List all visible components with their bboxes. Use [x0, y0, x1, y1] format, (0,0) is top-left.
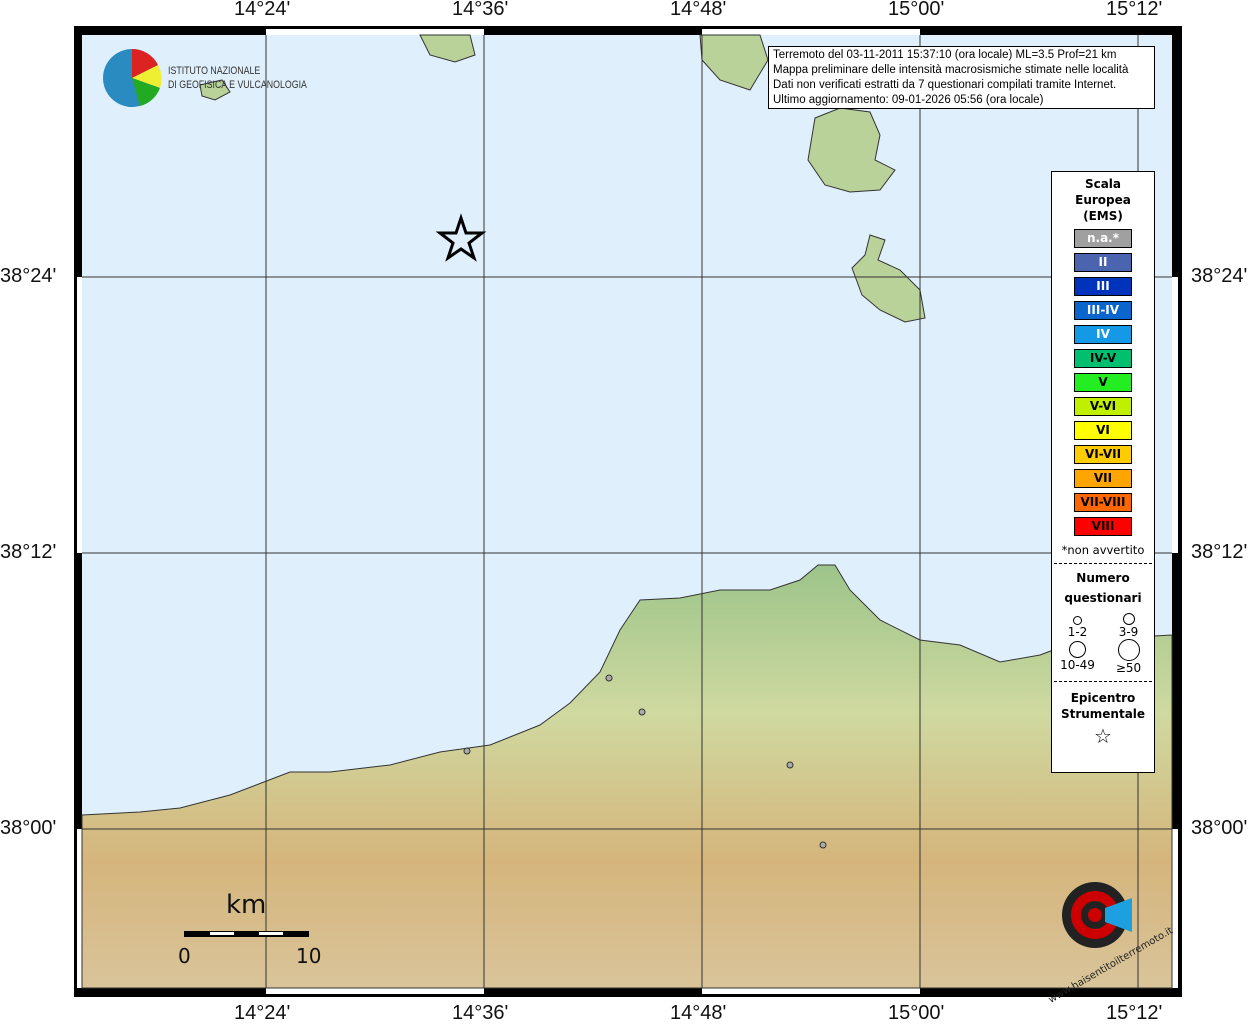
title-line: Europea	[1075, 193, 1131, 207]
lon-label-top: 15°12'	[1106, 0, 1163, 20]
count-sizes: 1-2 3-9 10-49 ≥50	[1052, 612, 1154, 675]
logo-line: DI GEOFISICA E VULCANOLOGIA	[168, 79, 307, 91]
lat-label-right: 38°00'	[1191, 817, 1248, 839]
intensity-swatches: n.a.* II III III-IV IV IV-V V V-VI VI VI-VII VII VI…	[1052, 229, 1154, 536]
event-info-box: Terremoto del 03-11-2011 15:37:10 (ora l…	[768, 46, 1155, 109]
legend: Scala Europea (EMS) n.a.* II III III-IV IV IV-V…	[1051, 171, 1155, 773]
intensity-swatch: VII	[1074, 469, 1132, 488]
legend-note: *non avvertito	[1061, 543, 1145, 557]
lon-label-bottom: 15°00'	[888, 1002, 945, 1024]
title-line: questionari	[1064, 591, 1142, 605]
intensity-swatch: n.a.*	[1074, 229, 1132, 248]
lon-label-top: 15°00'	[888, 0, 945, 20]
intensity-swatch: V	[1074, 373, 1132, 392]
ingv-logo-icon	[103, 48, 162, 107]
count-title: Numero questionari	[1052, 568, 1154, 608]
count-label: ≥50	[1115, 661, 1142, 675]
lon-label-bottom: 14°36'	[452, 1002, 509, 1024]
lat-label-right: 38°12'	[1191, 541, 1248, 563]
lon-label-bottom: 15°12'	[1106, 1002, 1163, 1024]
circle-icon	[1117, 639, 1140, 661]
divider	[1054, 563, 1152, 564]
intensity-swatch: VII-VIII	[1074, 493, 1132, 512]
info-line: Terremoto del 03-11-2011 15:37:10 (ora l…	[773, 49, 1117, 61]
legend-title: Scala Europea (EMS)	[1052, 176, 1154, 224]
lon-label-bottom: 14°48'	[670, 1002, 727, 1024]
circle-icon	[1069, 641, 1086, 658]
logo-line: ISTITUTO NAZIONALE	[168, 65, 261, 77]
lat-label-left: 38°00'	[0, 817, 57, 839]
lat-label-left: 38°12'	[0, 541, 57, 563]
title-line: Epicentro	[1070, 691, 1136, 705]
lon-label-bottom: 14°24'	[234, 1002, 291, 1024]
star-icon: ☆	[1094, 724, 1112, 748]
lat-label-left: 38°24'	[0, 265, 57, 287]
title-line: Strumentale	[1060, 707, 1146, 721]
scale-min: 0	[178, 944, 191, 968]
intensity-swatch: VI	[1074, 421, 1132, 440]
intensity-swatch: VI-VII	[1074, 445, 1132, 464]
intensity-swatch: III-IV	[1074, 301, 1132, 320]
info-line: Ultimo aggiornamento: 09-01-2026 05:56 (…	[773, 94, 1044, 106]
lon-label-top: 14°48'	[670, 0, 727, 20]
count-label: 10-49	[1060, 658, 1095, 672]
title-line: Scala	[1084, 177, 1122, 191]
lat-label-right: 38°24'	[1191, 265, 1248, 287]
intensity-swatch: III	[1074, 277, 1132, 296]
ingv-logo-text: ISTITUTO NAZIONALE DI GEOFISICA E VULCANO…	[168, 64, 307, 92]
title-line: (EMS)	[1083, 209, 1123, 223]
intensity-swatch: II	[1074, 253, 1132, 272]
intensity-swatch: IV-V	[1074, 349, 1132, 368]
intensity-swatch: IV	[1074, 325, 1132, 344]
title-line: Numero	[1076, 571, 1130, 585]
circle-icon	[1122, 613, 1135, 625]
epicenter-title: Epicentro Strumentale	[1052, 690, 1154, 722]
count-label: 3-9	[1118, 625, 1139, 639]
lon-label-top: 14°36'	[452, 0, 509, 20]
circle-icon	[1073, 616, 1082, 625]
count-label: 1-2	[1067, 625, 1088, 639]
intensity-swatch: VIII	[1074, 517, 1132, 536]
intensity-swatch: V-VI	[1074, 397, 1132, 416]
scale-bar	[184, 931, 309, 937]
info-line: Dati non verificati estratti da 7 questi…	[773, 79, 1117, 91]
scale-max: 10	[296, 944, 322, 968]
divider	[1054, 681, 1152, 682]
info-line: Mappa preliminare delle intensità macros…	[773, 64, 1129, 76]
lon-label-top: 14°24'	[234, 0, 291, 20]
scale-unit: km	[226, 890, 267, 920]
